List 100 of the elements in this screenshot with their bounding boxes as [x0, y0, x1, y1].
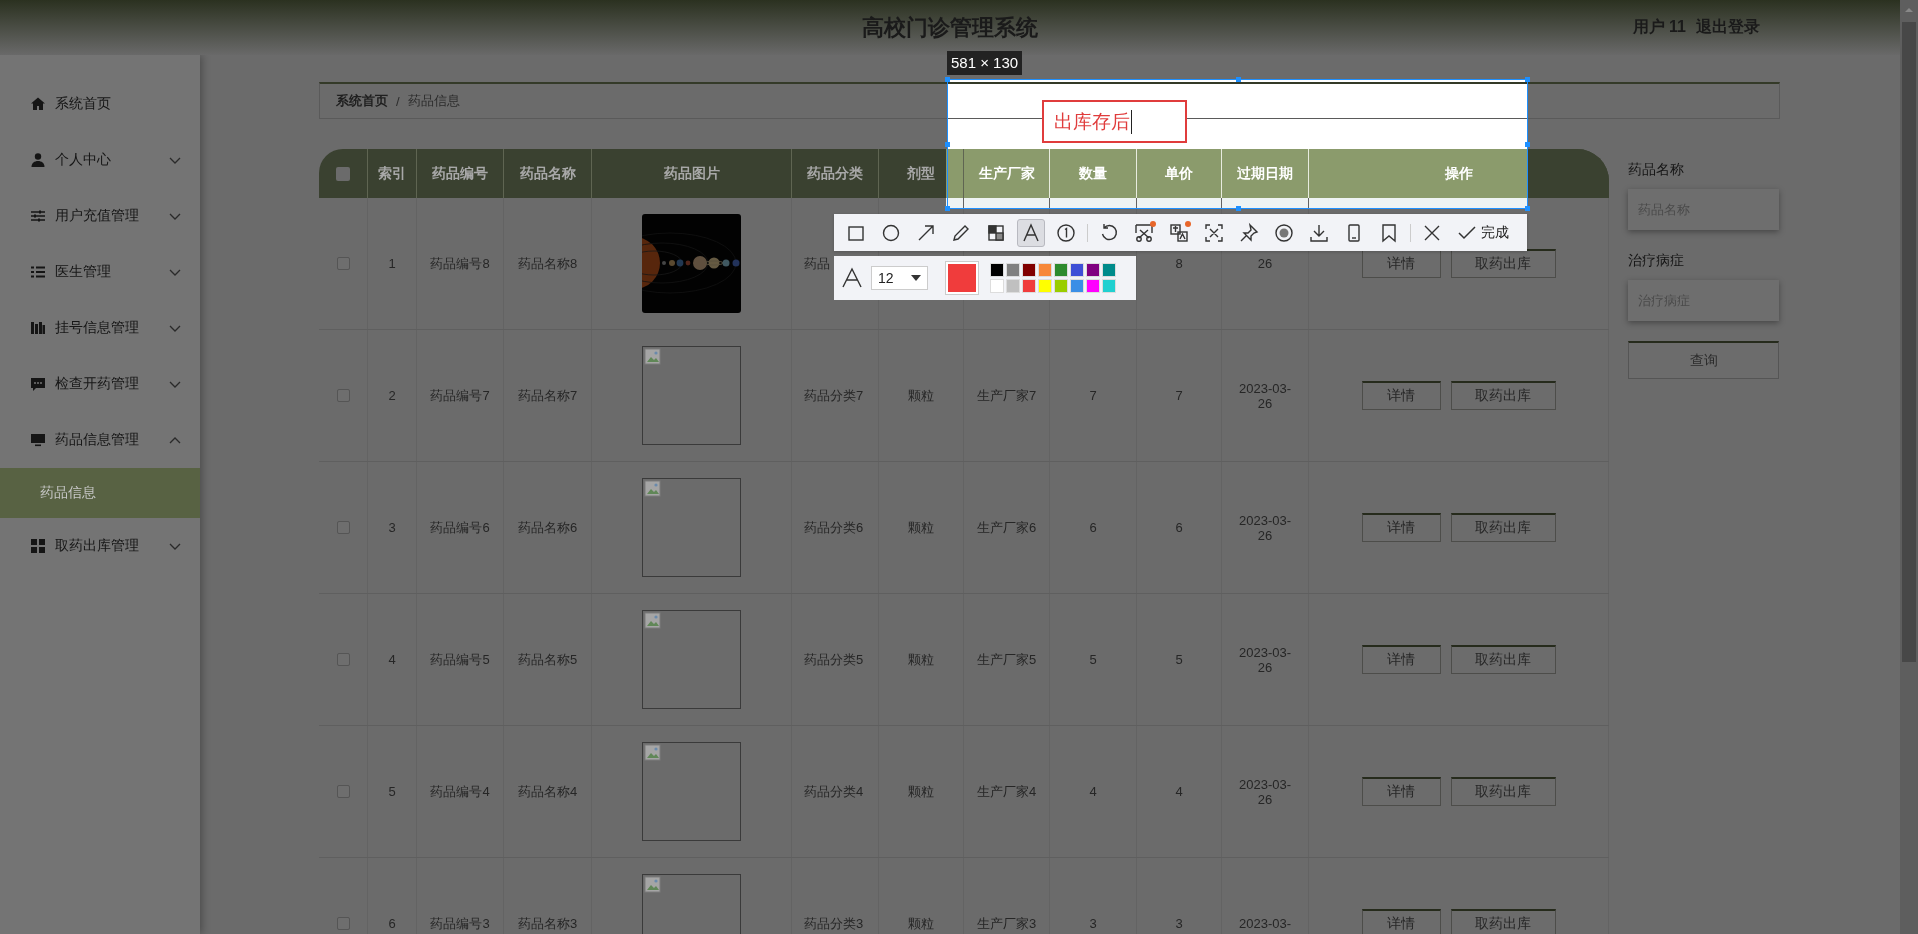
- color-swatch[interactable]: [1022, 263, 1036, 277]
- table-cell: 药品名称4: [517, 782, 578, 801]
- dispense-button[interactable]: 取药出库: [1450, 249, 1556, 278]
- done-button[interactable]: 完成: [1453, 222, 1513, 243]
- row-checkbox[interactable]: [336, 917, 350, 930]
- sidebar-item[interactable]: 用户充值管理: [0, 188, 200, 244]
- row-checkbox[interactable]: [336, 785, 350, 798]
- table-cell-text: 2023-03-26: [1237, 380, 1292, 411]
- column-header: 剂型: [907, 164, 935, 183]
- details-button[interactable]: 详情: [1361, 249, 1441, 278]
- chat-bubble-icon: [30, 376, 46, 392]
- color-swatch[interactable]: [1038, 263, 1052, 277]
- color-swatch[interactable]: [990, 279, 1004, 293]
- resize-handle[interactable]: [1235, 206, 1241, 211]
- table-cell: 颗粒: [908, 914, 934, 933]
- row-checkbox[interactable]: [336, 521, 350, 534]
- dispense-button[interactable]: 取药出库: [1450, 909, 1556, 934]
- table-cell: 颗粒: [908, 386, 934, 405]
- color-swatch[interactable]: [1102, 263, 1116, 277]
- column-header: 索引: [378, 164, 406, 183]
- sidebar-item[interactable]: 检查开药管理: [0, 356, 200, 412]
- resize-handle[interactable]: [1235, 77, 1241, 82]
- dispense-button[interactable]: 取药出库: [1450, 777, 1556, 806]
- dispense-button[interactable]: 取药出库: [1450, 513, 1556, 542]
- resize-handle[interactable]: [1525, 142, 1530, 147]
- text-annotation-box[interactable]: 出库存后: [1042, 100, 1187, 143]
- sidebar-item[interactable]: 取药出库管理: [0, 518, 200, 574]
- color-swatch[interactable]: [1006, 279, 1020, 293]
- table-cell: 生产厂家5: [976, 650, 1037, 669]
- table-cell: 5: [388, 784, 396, 799]
- sidebar-subitem[interactable]: 药品信息: [0, 468, 200, 518]
- details-button[interactable]: 详情: [1361, 777, 1441, 806]
- table-cell: 药品编号6: [430, 518, 490, 537]
- table-cell-text: 2023-03-26: [1237, 512, 1292, 543]
- row-checkbox[interactable]: [336, 389, 350, 402]
- table-cell: 药品编号8: [430, 254, 490, 273]
- table-cell: 26: [1257, 256, 1273, 271]
- breadcrumb-separator: /: [396, 93, 400, 109]
- sidebar-item[interactable]: 医生管理: [0, 244, 200, 300]
- details-button[interactable]: 详情: [1361, 645, 1441, 674]
- row-checkbox[interactable]: [336, 653, 350, 666]
- dispense-button[interactable]: 取药出库: [1450, 645, 1556, 674]
- record-icon: [1273, 221, 1295, 244]
- text-tool-icon: [1020, 221, 1042, 244]
- table-cell: 颗粒: [908, 518, 934, 537]
- column-header: 生产厂家: [978, 164, 1035, 183]
- sidebar-item[interactable]: 挂号信息管理: [0, 300, 200, 356]
- color-swatch[interactable]: [990, 263, 1004, 277]
- details-button[interactable]: 详情: [1361, 513, 1441, 542]
- annotation-text[interactable]: 出库存后: [1054, 108, 1130, 135]
- table-cell: 药品名称6: [517, 518, 578, 537]
- table-cell: 2023-03-: [1238, 916, 1291, 931]
- table-cell: 4: [1089, 784, 1097, 799]
- table-cell: 颗粒: [908, 782, 934, 801]
- search-button[interactable]: 查询: [1628, 341, 1779, 379]
- broken-image-icon: [644, 348, 662, 366]
- table-cell: 药品分类7: [804, 386, 864, 405]
- resize-handle[interactable]: [945, 206, 950, 211]
- resize-handle[interactable]: [945, 77, 950, 82]
- breadcrumb-link[interactable]: 系统首页: [336, 92, 388, 110]
- header-checkbox[interactable]: [336, 166, 350, 181]
- sidebar-item[interactable]: 药品信息管理: [0, 412, 200, 468]
- broken-image-icon: [644, 480, 662, 498]
- font-size-select[interactable]: 12: [871, 266, 928, 290]
- color-swatch[interactable]: [1054, 263, 1068, 277]
- text-caret: [1131, 109, 1132, 134]
- resize-handle[interactable]: [1525, 206, 1530, 211]
- logout-link[interactable]: 退出登录: [1696, 17, 1760, 38]
- color-swatch[interactable]: [1070, 263, 1084, 277]
- column-header: 过期日期: [1237, 164, 1293, 183]
- monitor-icon: [30, 432, 46, 448]
- current-color-swatch[interactable]: [946, 262, 978, 294]
- table-cell: 药品名称5: [517, 650, 578, 669]
- selection-frame[interactable]: [947, 79, 1528, 209]
- resize-handle[interactable]: [945, 142, 950, 147]
- color-swatch[interactable]: [1006, 263, 1020, 277]
- table-cell: 5: [1175, 652, 1183, 667]
- sidebar-item[interactable]: 系统首页: [0, 76, 200, 132]
- scissors-icon: [1133, 221, 1155, 244]
- sidebar-item[interactable]: 个人中心: [0, 132, 200, 188]
- table-cell: 6: [1175, 520, 1183, 535]
- color-swatch[interactable]: [1022, 279, 1036, 293]
- table-cell: 药品编号7: [430, 386, 490, 405]
- text-tool-tool[interactable]: [1017, 218, 1045, 247]
- breadcrumb-link[interactable]: 药品信息: [407, 92, 460, 110]
- color-swatch[interactable]: [1086, 279, 1100, 293]
- table-cell: 2: [388, 388, 396, 403]
- table-cell: 药品: [804, 254, 830, 273]
- color-swatch[interactable]: [1070, 279, 1084, 293]
- details-button[interactable]: 详情: [1361, 909, 1441, 934]
- color-swatch[interactable]: [1086, 263, 1100, 277]
- color-swatch[interactable]: [1054, 279, 1068, 293]
- details-button[interactable]: 详情: [1361, 381, 1441, 410]
- column-header: 药品分类: [807, 164, 863, 183]
- row-checkbox[interactable]: [336, 257, 350, 270]
- color-swatch[interactable]: [1102, 279, 1116, 293]
- table-cell: 4: [388, 652, 396, 667]
- dispense-button[interactable]: 取药出库: [1450, 381, 1556, 410]
- color-swatch[interactable]: [1038, 279, 1052, 293]
- resize-handle[interactable]: [1525, 77, 1530, 82]
